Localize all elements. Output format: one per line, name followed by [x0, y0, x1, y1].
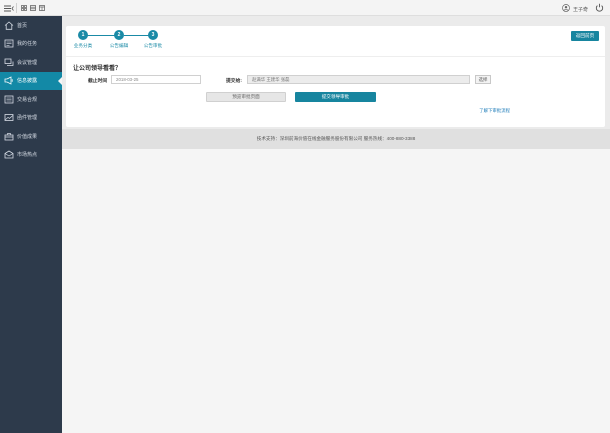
progress-steps: 1 业务分类 2 公告编辑 3 公告审批: [72, 30, 232, 52]
sidebar-item-value[interactable]: 价值成果: [0, 127, 62, 146]
step-3: 3 公告审批: [138, 30, 168, 49]
back-button[interactable]: 返回前页: [571, 31, 599, 41]
submit-approval-button[interactable]: 提交领导审批: [295, 92, 376, 102]
sidebar: 首页 我的任务 会议管理 信息披露 交易合规 函件管理 价值成果 市场热点: [0, 16, 62, 433]
sidebar-item-label: 会议管理: [17, 59, 38, 66]
deadline-input[interactable]: 2018-03-25: [111, 75, 201, 84]
task-icon: [4, 39, 14, 48]
mail-icon: [4, 113, 14, 122]
menu-toggle-icon[interactable]: [4, 4, 14, 12]
step-1: 1 业务分类: [68, 30, 98, 49]
approval-flow-link[interactable]: 了解下审批流程: [479, 108, 510, 114]
submit-to-label: 提交给:: [226, 79, 242, 84]
sidebar-item-meetings[interactable]: 会议管理: [0, 53, 62, 72]
content-background: [62, 149, 610, 433]
power-icon[interactable]: [595, 3, 604, 12]
meeting-icon: [4, 58, 14, 67]
sidebar-item-label: 信息披露: [17, 78, 38, 85]
footer: 技术支持：深圳前海价值在线金融服务股份有限公司 服务热线：400-880-338…: [62, 129, 610, 149]
step-label: 公告编辑: [109, 43, 129, 48]
sidebar-item-label: 价值成果: [17, 133, 38, 140]
step-number: 2: [114, 30, 124, 40]
step-label: 业务分类: [73, 43, 93, 48]
avatar-icon: [562, 4, 570, 14]
sidebar-item-my-tasks[interactable]: 我的任务: [0, 35, 62, 54]
sidebar-item-label: 交易合规: [17, 96, 38, 103]
sidebar-item-label: 首页: [17, 22, 28, 29]
main-card: 1 业务分类 2 公告编辑 3 公告审批 返回前页 让公司领导看看？ 截止时间 …: [66, 26, 605, 127]
sidebar-item-label: 市场热点: [17, 152, 38, 159]
step-number: 3: [148, 30, 158, 40]
value-icon: [4, 132, 14, 141]
user-menu[interactable]: 王子奇: [562, 4, 588, 14]
step-2: 2 公告编辑: [104, 30, 134, 49]
step-number: 1: [78, 30, 88, 40]
preview-button[interactable]: 预览审批页面: [206, 92, 286, 102]
sidebar-item-letters[interactable]: 函件管理: [0, 109, 62, 128]
sidebar-item-label: 我的任务: [17, 41, 38, 48]
divider: [66, 56, 605, 57]
user-name: 王子奇: [572, 6, 588, 13]
step-label: 公告审批: [143, 43, 163, 48]
sidebar-item-hotspot[interactable]: 市场热点: [0, 146, 62, 165]
sidebar-item-label: 函件管理: [17, 115, 38, 122]
sidebar-item-home[interactable]: 首页: [0, 16, 62, 35]
footer-text: 技术支持：深圳前海价值在线金融服务股份有限公司 服务热线：400-880-338…: [256, 136, 416, 141]
megaphone-icon: [4, 76, 14, 85]
grid-icon[interactable]: [21, 4, 27, 12]
home-icon: [4, 21, 14, 30]
toolbar-divider: [16, 3, 17, 13]
window-icon[interactable]: [39, 4, 45, 12]
hotspot-icon: [4, 150, 14, 159]
sidebar-item-compliance[interactable]: 交易合规: [0, 90, 62, 109]
top-bar: 王子奇: [0, 0, 610, 16]
approvers-field[interactable]: 赵满华 王建华 张磊: [247, 75, 470, 84]
sidebar-item-disclosure[interactable]: 信息披露: [0, 71, 62, 90]
compliance-icon: [4, 95, 14, 104]
section-title: 让公司领导看看？: [73, 66, 122, 72]
list-icon[interactable]: [30, 4, 36, 12]
deadline-label: 截止时间: [88, 79, 108, 84]
select-button[interactable]: 选择: [475, 75, 491, 84]
